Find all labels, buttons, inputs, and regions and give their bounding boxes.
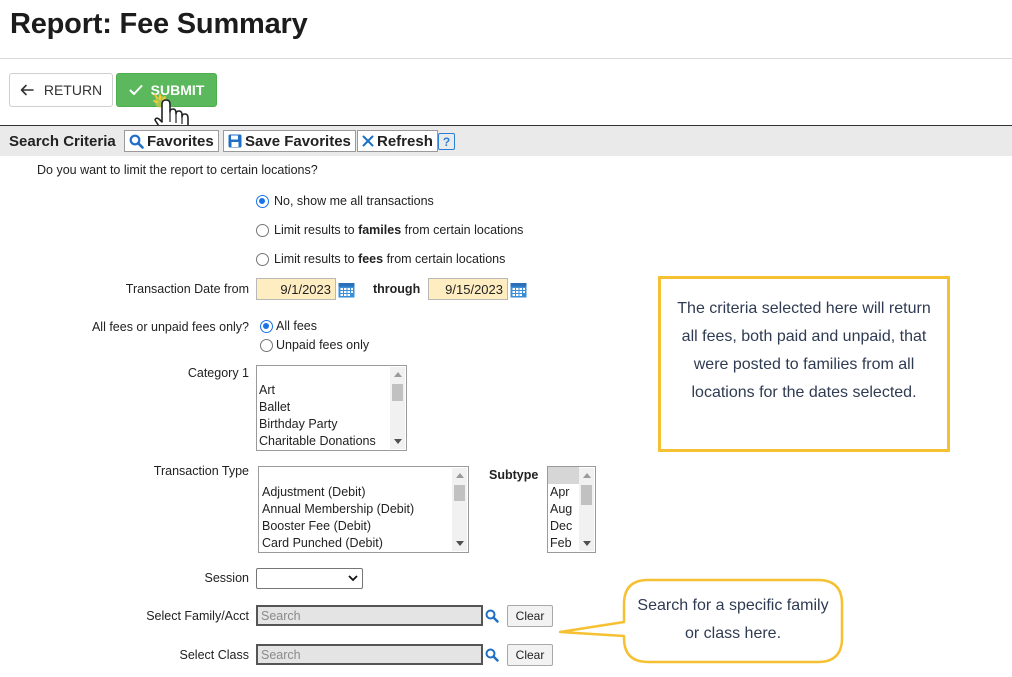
label-part: Limit results to: [274, 223, 359, 237]
list-item[interactable]: Annual Membership (Debit): [259, 501, 468, 518]
arrow-left-icon: [20, 84, 34, 96]
family-clear-button[interactable]: Clear: [507, 605, 553, 627]
scroll-up-icon[interactable]: [456, 473, 464, 478]
return-label: RETURN: [43, 82, 103, 98]
scroll-down-icon[interactable]: [394, 439, 402, 444]
chevron-down-icon: [348, 575, 358, 582]
checkmark-icon: [129, 85, 143, 95]
radio-unselected[interactable]: [260, 338, 273, 352]
list-item[interactable]: Charitable Donations: [257, 433, 406, 450]
class-search-input[interactable]: Search: [256, 644, 483, 665]
location-option-fees-label: Limit results to fees from certain locat…: [274, 252, 505, 266]
list-item[interactable]: Birthday Party: [257, 416, 406, 433]
radio-unselected[interactable]: [256, 252, 269, 266]
header-divider: [0, 58, 1012, 59]
label-bold-part: familes: [358, 223, 402, 237]
subtype-listbox[interactable]: Apr Aug Dec Feb: [547, 466, 596, 553]
scrollbar[interactable]: [390, 367, 405, 449]
location-option-all-label: No, show me all transactions: [274, 194, 434, 208]
category1-listbox[interactable]: Art Ballet Birthday Party Charitable Don…: [256, 365, 407, 451]
radio-selected[interactable]: [260, 319, 273, 333]
through-label: through: [373, 282, 421, 296]
save-favorites-label: Save Favorites: [245, 132, 351, 150]
scroll-thumb[interactable]: [392, 384, 403, 401]
class-clear-button[interactable]: Clear: [507, 644, 553, 666]
search-icon[interactable]: [485, 648, 499, 662]
family-search-input[interactable]: Search: [256, 605, 483, 626]
list-item[interactable]: Adjustment (Debit): [259, 484, 468, 501]
scroll-thumb[interactable]: [581, 485, 592, 505]
search-icon[interactable]: [485, 609, 499, 623]
page-title: Report: Fee Summary: [10, 8, 308, 40]
fee-type-label: All fees or unpaid fees only?: [91, 320, 249, 334]
location-option-fees[interactable]: Limit results to fees from certain locat…: [256, 252, 505, 266]
calendar-icon[interactable]: [510, 281, 527, 298]
scrollbar[interactable]: [579, 468, 594, 551]
criteria-title: Search Criteria: [9, 133, 116, 150]
selected-blank-option[interactable]: [548, 467, 579, 484]
help-button[interactable]: ?: [438, 133, 455, 150]
radio-selected[interactable]: [256, 194, 269, 208]
criteria-callout: The criteria selected here will return a…: [658, 276, 950, 452]
transaction-type-listbox[interactable]: Adjustment (Debit) Annual Membership (De…: [258, 466, 469, 553]
label-bold-part: fees: [358, 252, 384, 266]
family-label: Select Family/Acct: [146, 609, 249, 623]
scrollbar[interactable]: [452, 468, 467, 551]
fee-option-unpaid-label: Unpaid fees only: [276, 338, 370, 352]
class-label: Select Class: [179, 648, 249, 662]
label-part: from certain locations: [401, 223, 524, 237]
list-item[interactable]: Booster Fee (Debit): [259, 518, 468, 535]
location-option-families[interactable]: Limit results to familes from certain lo…: [256, 223, 523, 237]
locations-question: Do you want to limit the report to certa…: [37, 163, 318, 177]
favorites-button[interactable]: Favorites: [124, 130, 219, 152]
radio-unselected[interactable]: [256, 223, 269, 237]
date-to-input[interactable]: 9/15/2023: [428, 278, 508, 300]
subtype-label: Subtype: [489, 468, 539, 482]
x-refresh-icon: [362, 135, 374, 147]
session-label: Session: [204, 571, 249, 585]
label-part: from certain locations: [383, 252, 506, 266]
calendar-icon[interactable]: [338, 281, 355, 298]
scroll-thumb[interactable]: [454, 485, 465, 501]
fee-option-all-label: All fees: [276, 319, 317, 333]
refresh-button[interactable]: Refresh: [357, 130, 438, 152]
scroll-up-icon[interactable]: [583, 473, 591, 478]
return-button[interactable]: RETURN: [9, 73, 113, 107]
scroll-down-icon[interactable]: [456, 541, 464, 546]
location-option-all[interactable]: No, show me all transactions: [256, 194, 434, 208]
search-callout: Search for a specific family or class he…: [637, 597, 829, 642]
search-icon: [129, 134, 144, 149]
list-item[interactable]: Ballet: [257, 399, 406, 416]
list-item[interactable]: Art: [257, 382, 406, 399]
save-favorites-button[interactable]: Save Favorites: [223, 130, 356, 152]
list-item[interactable]: Card Punched (Debit): [259, 535, 468, 552]
date-from-input[interactable]: 9/1/2023: [256, 278, 336, 300]
favorites-label: Favorites: [147, 132, 214, 150]
scroll-up-icon[interactable]: [394, 372, 402, 377]
category1-label: Category 1: [187, 366, 249, 380]
transaction-type-label: Transaction Type: [153, 464, 249, 478]
fee-option-all[interactable]: All fees: [260, 319, 317, 333]
refresh-label: Refresh: [377, 132, 433, 150]
transaction-date-label: Transaction Date from: [125, 282, 249, 296]
floppy-disk-icon: [228, 134, 242, 148]
scroll-down-icon[interactable]: [583, 541, 591, 546]
location-option-families-label: Limit results to familes from certain lo…: [274, 223, 523, 237]
session-select[interactable]: [256, 568, 363, 589]
label-part: Limit results to: [274, 252, 359, 266]
fee-option-unpaid[interactable]: Unpaid fees only: [260, 338, 369, 352]
